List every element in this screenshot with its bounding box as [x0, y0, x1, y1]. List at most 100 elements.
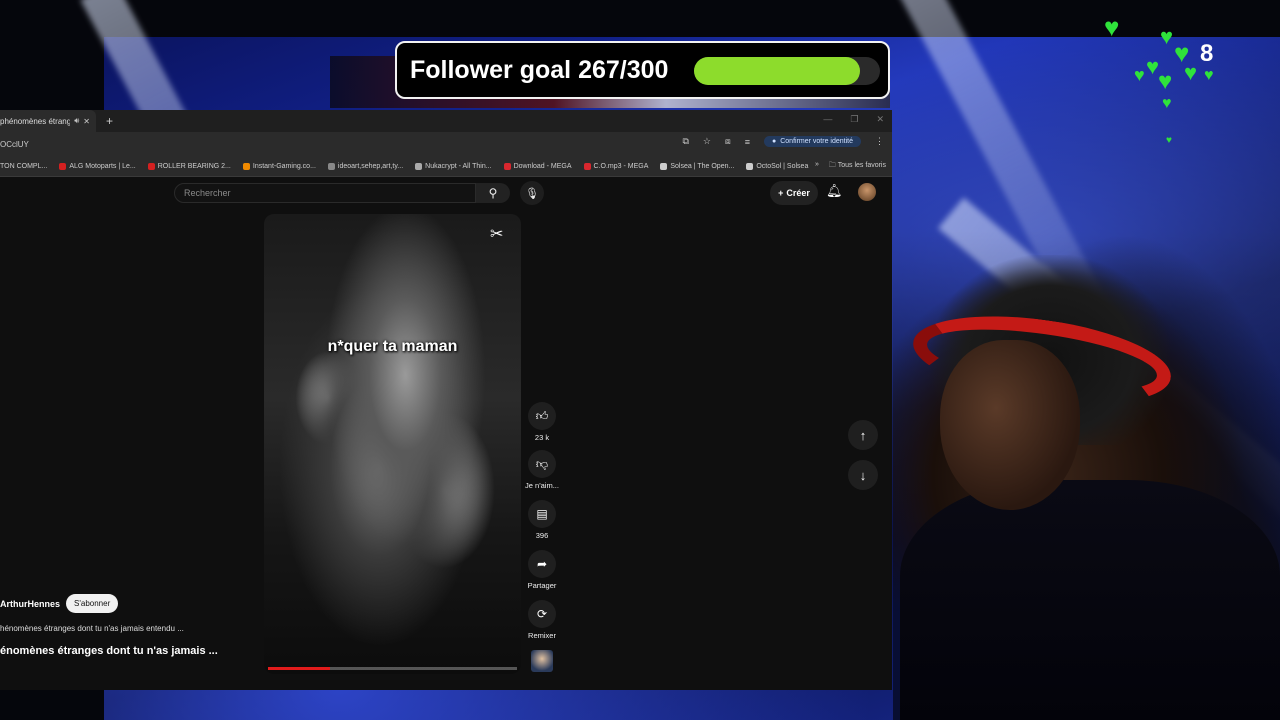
account-avatar[interactable] [858, 183, 876, 201]
profile-icon: ● [772, 138, 777, 145]
follower-goal-label: Follower goal 267/300 [410, 55, 669, 84]
new-tab-icon[interactable]: + [106, 114, 113, 128]
like-count: 23 k [534, 433, 550, 442]
previous-short-button[interactable]: ↑ [848, 420, 878, 450]
extensions-icon[interactable]: ⧈ [725, 136, 731, 147]
voice-search-button[interactable]: 🎙︎ [520, 181, 544, 205]
heart-icon: ♥ [1160, 24, 1174, 49]
thumbs-down-icon: 👎︎ [535, 456, 549, 471]
bookmark-item[interactable]: OctoSol | Solsea [746, 162, 808, 170]
like-button[interactable]: 👍︎ [528, 402, 556, 430]
create-button[interactable]: + Créer [770, 181, 818, 205]
tab-bar: phénomènes étranges 🔊︎ ✕ + — ❐ ✕ [0, 110, 892, 132]
like-action: 👍︎ 23 k [522, 402, 562, 442]
heart-icon: ♥ [1104, 12, 1120, 42]
remix-button[interactable]: ⟳ [528, 600, 556, 628]
address-text[interactable]: OCclUY [0, 140, 29, 149]
bookmark-item[interactable]: Instant-Gaming.co... [242, 162, 316, 170]
address-bar[interactable]: OCclUY ⧉ ☆ ⧈ ≡ ● Confirmer votre identit… [0, 132, 892, 156]
media-controls-icon[interactable]: ≡ [745, 137, 750, 147]
short-navigation: ↑ ↓ [848, 420, 878, 500]
follower-goal-widget: Follower goal 267/300 [395, 41, 890, 99]
address-bar-actions: ⧉ ☆ ⧈ ≡ ● Confirmer votre identité ⋮ [682, 136, 884, 147]
bookmarks-bar: TON COMPL... ALG Motoparts | Le... ROLLER … [0, 156, 892, 177]
channel-name[interactable]: ArthurHennes [0, 599, 60, 609]
short-video-player[interactable]: ✂ n*quer ta maman [264, 214, 521, 674]
sound-avatar[interactable] [531, 650, 553, 672]
star-icon[interactable]: ☆ [703, 136, 711, 147]
streamer-body [900, 480, 1280, 720]
browser-tab[interactable]: phénomènes étranges 🔊︎ ✕ [0, 110, 96, 132]
heart-icon: ♥ [1184, 60, 1198, 85]
window-controls: — ❐ ✕ [823, 114, 884, 125]
bookmark-label: Nukacrypt - All Thin... [425, 162, 492, 170]
search-button[interactable]: ⚲ [476, 183, 510, 203]
all-bookmarks-label: Tous les favoris [837, 162, 886, 169]
subscribe-button[interactable]: S'abonner [66, 594, 119, 613]
bookmark-item[interactable]: ALG Motoparts | Le... [59, 162, 136, 170]
share-icon: ➦ [536, 557, 548, 571]
bookmark-item[interactable]: Solsea | The Open... [660, 162, 735, 170]
confirm-identity-label: Confirmer votre identité [780, 138, 853, 145]
bookmark-label: Instant-Gaming.co... [252, 162, 316, 170]
video-progress-track[interactable] [268, 667, 517, 670]
stream-scene: Follower goal 267/300 ♥ ♥ ♥ ♥ ♥ ♥ ♥ ♥ ♥ … [0, 0, 1280, 720]
bookmark-label: Solsea | The Open... [670, 162, 735, 170]
next-short-button[interactable]: ↓ [848, 460, 878, 490]
plus-icon: + [778, 188, 784, 198]
share-action: ➦ Partager [522, 550, 562, 590]
comment-count: 396 [535, 531, 549, 540]
bookmark-item[interactable]: C.O.mp3 - MEGA [583, 162, 649, 170]
close-tab-icon[interactable]: ✕ [83, 117, 90, 126]
bookmark-label: ideoart,sehep,art,ty... [337, 162, 404, 170]
bookmark-favicon-icon [583, 162, 591, 170]
heart-count: 8 [1200, 40, 1214, 67]
bookmark-favicon-icon [415, 162, 423, 170]
bookmark-item[interactable]: ROLLER BEARING 2... [147, 162, 231, 170]
video-caption: n*quer ta maman [327, 338, 458, 355]
youtube-header: Rechercher ⚲ 🎙︎ + Créer 🔔︎ [0, 177, 892, 219]
minimize-icon[interactable]: — [823, 114, 832, 125]
follower-goal-fill [694, 57, 860, 85]
remix-label: Remixer [528, 631, 556, 640]
create-label: Créer [786, 188, 810, 198]
heart-icon: ♥ [1134, 65, 1145, 85]
remix-action: ⟳ Remixer [522, 600, 562, 640]
menu-kebab-icon[interactable]: ⋮ [875, 136, 884, 147]
bookmark-item[interactable]: ideoart,sehep,art,ty... [327, 162, 404, 170]
speaker-icon[interactable]: 🔊︎ [74, 116, 79, 126]
bookmark-item[interactable]: Nukacrypt - All Thin... [415, 162, 492, 170]
close-window-icon[interactable]: ✕ [876, 114, 884, 125]
arrow-up-icon: ↑ [859, 427, 867, 443]
thumbs-up-icon: 👍︎ [535, 408, 549, 423]
capcut-logo-icon: ✂ [490, 226, 504, 243]
browser-window: phénomènes étranges 🔊︎ ✕ + — ❐ ✕ OCclUY … [0, 110, 892, 690]
dislike-action: 👎︎ Je n'aim... [522, 450, 562, 490]
follower-goal-bar [694, 57, 880, 85]
maximize-icon[interactable]: ❐ [850, 114, 858, 125]
bookmark-label: TON COMPL... [0, 162, 48, 170]
bookmark-favicon-icon [327, 162, 335, 170]
bookmark-item[interactable]: Download - MEGA [503, 162, 572, 170]
notifications-bell-icon[interactable]: 🔔︎ [826, 183, 843, 199]
heart-icon: ♥ [1166, 135, 1172, 146]
install-app-icon[interactable]: ⧉ [682, 136, 688, 147]
dislike-label: Je n'aim... [525, 481, 559, 490]
short-description[interactable]: hénomènes étranges dont tu n'as jamais e… [0, 624, 184, 633]
comments-button[interactable]: ▤ [528, 500, 556, 528]
bookmark-favicon-icon [59, 162, 67, 170]
confirm-identity-button[interactable]: ● Confirmer votre identité [764, 136, 861, 147]
tab-title: phénomènes étranges [0, 116, 71, 126]
comment-action: ▤ 396 [522, 500, 562, 540]
bookmark-item[interactable]: TON COMPL... [0, 163, 47, 170]
all-bookmarks[interactable]: 🗀︎ Tous les favoris [829, 161, 886, 172]
more-bookmarks-icon[interactable]: » [815, 161, 819, 172]
bookmark-favicon-icon [660, 162, 668, 170]
search-input[interactable]: Rechercher [174, 183, 476, 203]
comment-icon: ▤ [536, 507, 548, 521]
short-title[interactable]: énomènes étranges dont tu n'as jamais ..… [0, 645, 218, 657]
dislike-button[interactable]: 👎︎ [528, 450, 556, 478]
bookmark-label: C.O.mp3 - MEGA [593, 162, 649, 170]
bookmark-favicon-icon [746, 162, 754, 170]
share-button[interactable]: ➦ [528, 550, 556, 578]
